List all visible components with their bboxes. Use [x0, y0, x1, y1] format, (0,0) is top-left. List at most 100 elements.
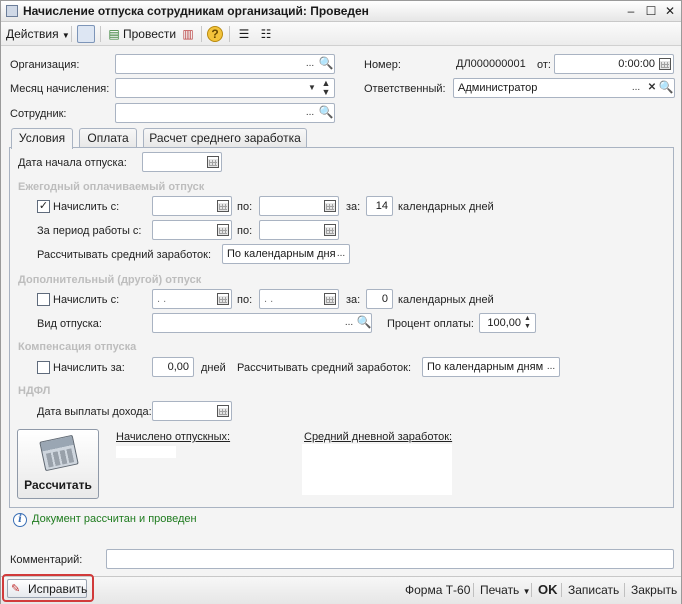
- employee-select-button[interactable]: ...: [302, 104, 318, 122]
- save-button[interactable]: Записать: [568, 583, 619, 597]
- form-t60-button[interactable]: Форма Т-60: [405, 583, 470, 597]
- annual-days-unit: календарных дней: [398, 201, 494, 213]
- compensation-average-select[interactable]: По календарным дням: [422, 357, 560, 377]
- organization-search-icon[interactable]: 🔍: [318, 55, 334, 73]
- print-dropdown-icon: ▼: [522, 587, 531, 596]
- help-icon[interactable]: ?: [207, 26, 223, 42]
- fix-button[interactable]: ✎ Исправить: [7, 579, 87, 598]
- calculate-button[interactable]: Рассчитать: [17, 429, 99, 499]
- subordinate-documents-icon[interactable]: ☷: [257, 25, 275, 43]
- footer-separator: [561, 583, 562, 597]
- status-message: Документ рассчитан и проведен: [32, 513, 197, 525]
- annual-average-label: Рассчитывать средний заработок:: [37, 249, 212, 261]
- vacation-type-field[interactable]: [152, 313, 372, 333]
- responsible-label: Ответственный:: [364, 83, 446, 95]
- avg-daily-earnings-value: [302, 444, 452, 495]
- document-window: Начисление отпуска сотрудникам организац…: [0, 0, 682, 604]
- annual-accrue-checkbox[interactable]: ✓: [37, 200, 50, 213]
- maximize-button[interactable]: ☐: [643, 3, 659, 19]
- vacation-type-search-icon[interactable]: 🔍: [356, 314, 372, 332]
- employee-label: Сотрудник:: [10, 108, 67, 120]
- month-label: Месяц начисления:: [10, 83, 110, 95]
- post-document-icon[interactable]: ▤: [105, 25, 123, 43]
- vacation-start-calendar-icon[interactable]: [207, 156, 219, 168]
- date-label: от:: [537, 59, 551, 71]
- actions-menu[interactable]: Действия ▼: [6, 26, 70, 42]
- footer-separator: [624, 583, 625, 597]
- print-menu[interactable]: Печать ▼: [480, 583, 531, 597]
- accrued-vacation-label: Начислено отпускных:: [116, 431, 231, 443]
- annual-for-label: за:: [346, 201, 361, 213]
- organization-select-button[interactable]: ...: [302, 55, 318, 73]
- additional-days-field[interactable]: 0: [366, 289, 393, 309]
- responsible-search-icon[interactable]: 🔍: [658, 79, 674, 97]
- accrued-vacation-value: [116, 446, 176, 458]
- compensation-average-select-button[interactable]: ...: [543, 358, 559, 376]
- minimize-button[interactable]: –: [623, 3, 639, 19]
- compensation-accrue-checkbox[interactable]: [37, 361, 50, 374]
- toolbar-separator: [71, 26, 72, 42]
- responsible-select-button[interactable]: ...: [628, 79, 644, 97]
- work-period-from-calendar-icon[interactable]: [217, 224, 229, 236]
- tab-payment[interactable]: Оплата: [79, 128, 137, 148]
- annual-to-calendar-icon[interactable]: [324, 200, 336, 212]
- annual-to-label: по:: [237, 201, 253, 213]
- footer-separator: [473, 583, 474, 597]
- organization-label: Организация:: [10, 59, 80, 71]
- toolbar-separator: [100, 26, 101, 42]
- number-label: Номер:: [364, 59, 401, 71]
- tab-average-earnings[interactable]: Расчет среднего заработка: [143, 128, 307, 148]
- calculator-icon: [39, 434, 79, 472]
- annual-average-select-button[interactable]: ...: [333, 245, 349, 263]
- date-field[interactable]: 0:00:00: [554, 54, 674, 74]
- comment-label: Комментарий:: [10, 554, 83, 566]
- ndfl-section: НДФЛ: [18, 385, 51, 397]
- compensation-average-label: Рассчитывать средний заработок:: [237, 362, 412, 374]
- structure-icon[interactable]: ☰: [235, 25, 253, 43]
- date-calendar-icon[interactable]: [659, 58, 671, 70]
- month-field[interactable]: [115, 78, 335, 98]
- toolbar-separator: [229, 26, 230, 42]
- close-window-button[interactable]: ✕: [662, 3, 678, 19]
- additional-to-calendar-icon[interactable]: [324, 293, 336, 305]
- additional-days-unit: календарных дней: [398, 294, 494, 306]
- comment-field[interactable]: [106, 549, 674, 569]
- annual-days-field[interactable]: 14: [366, 196, 393, 216]
- vacation-start-label: Дата начала отпуска:: [18, 157, 127, 169]
- document-icon: [6, 5, 18, 17]
- vacation-type-select-button[interactable]: ...: [341, 314, 357, 332]
- month-stepper-icon[interactable]: ▲ ▼: [318, 79, 334, 97]
- fix-button-label: Исправить: [28, 582, 88, 596]
- additional-for-label: за:: [346, 294, 361, 306]
- fix-button-highlight: ✎ Исправить: [2, 574, 94, 602]
- percent-stepper-icon[interactable]: ▲ ▼: [521, 314, 534, 332]
- avg-daily-earnings-label: Средний дневной заработок:: [304, 431, 453, 443]
- footer-separator: [531, 583, 532, 597]
- title-bar: Начисление отпуска сотрудникам организац…: [1, 1, 681, 22]
- annual-from-calendar-icon[interactable]: [217, 200, 229, 212]
- payment-percent-label: Процент оплаты:: [387, 318, 474, 330]
- additional-to-label: по:: [237, 294, 253, 306]
- vacation-type-label: Вид отпуска:: [37, 318, 102, 330]
- additional-from-calendar-icon[interactable]: [217, 293, 229, 305]
- print-label: Печать: [480, 583, 520, 597]
- info-icon: i: [13, 513, 27, 527]
- additional-accrue-label: Начислить с:: [53, 294, 120, 306]
- post-and-close-icon[interactable]: [77, 25, 95, 43]
- tab-conditions[interactable]: Условия: [11, 128, 73, 149]
- close-button[interactable]: Закрыть: [631, 583, 677, 597]
- work-period-to-calendar-icon[interactable]: [324, 224, 336, 236]
- income-payout-calendar-icon[interactable]: [217, 405, 229, 417]
- compensation-days-field[interactable]: 0,00: [152, 357, 194, 377]
- additional-accrue-checkbox[interactable]: [37, 293, 50, 306]
- annual-average-select[interactable]: По календарным дня: [222, 244, 350, 264]
- dropdown-arrow-icon: ▼: [61, 31, 70, 40]
- annual-vacation-section: Ежегодный оплачиваемый отпуск: [18, 181, 205, 193]
- income-payout-label: Дата выплаты дохода:: [37, 406, 152, 418]
- ok-button[interactable]: OK: [538, 582, 558, 597]
- employee-search-icon[interactable]: 🔍: [318, 104, 334, 122]
- register-movements-icon[interactable]: ▥: [179, 25, 197, 43]
- calculate-button-label: Рассчитать: [24, 478, 92, 492]
- post-button[interactable]: Провести: [123, 26, 176, 42]
- compensation-days-unit: дней: [201, 362, 226, 374]
